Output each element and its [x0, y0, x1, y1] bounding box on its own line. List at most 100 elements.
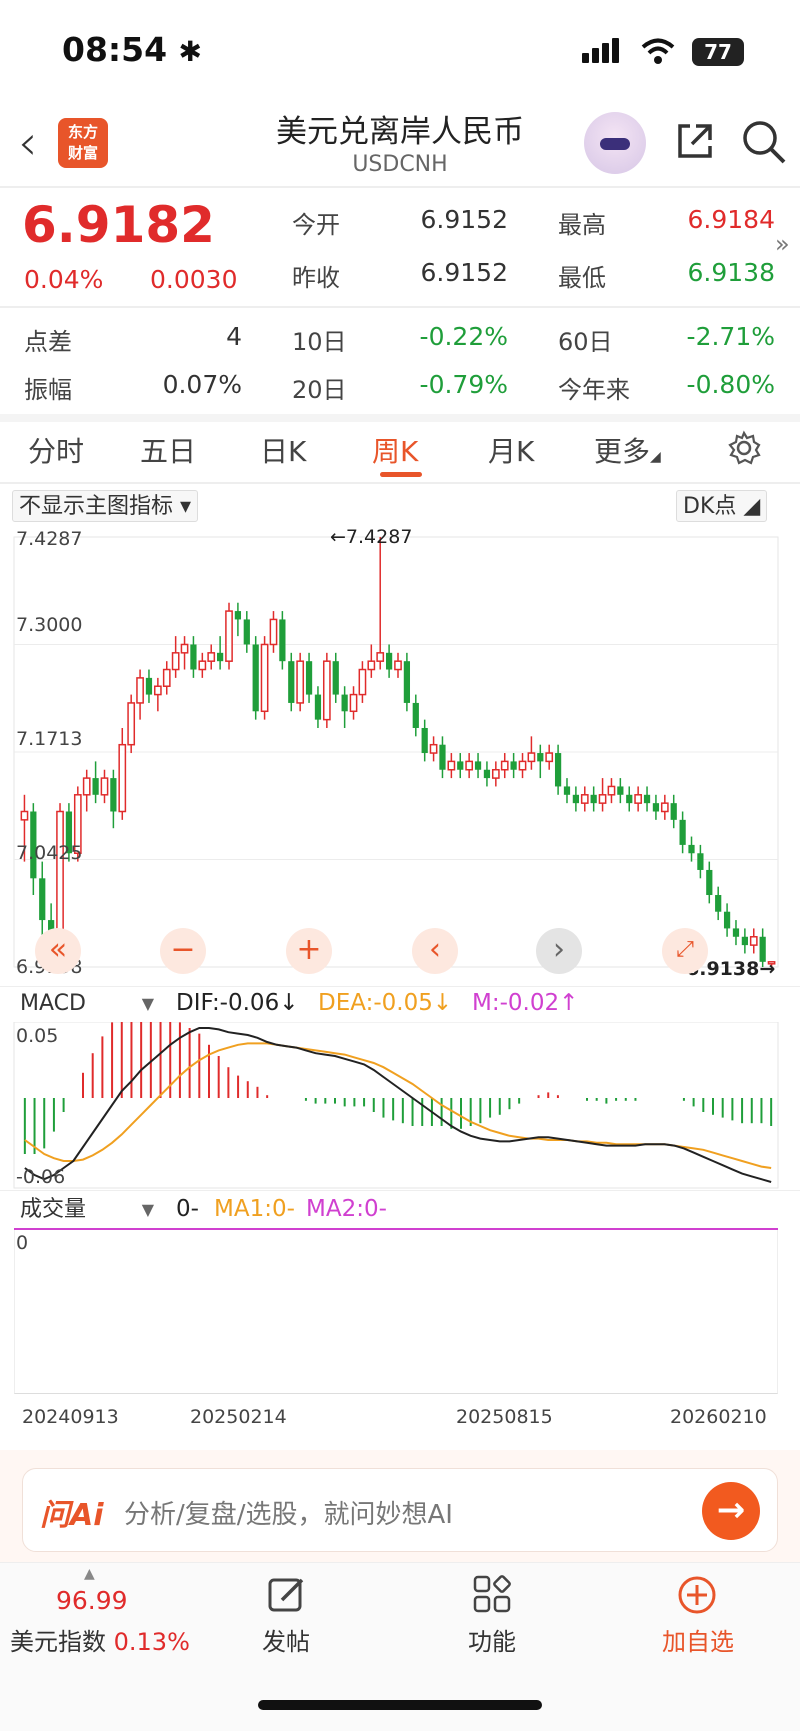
candle-body — [180, 643, 189, 654]
y-tick-label: 7.0425 — [16, 842, 83, 864]
candle-body — [749, 936, 758, 946]
scroll-left-button[interactable]: ‹ — [412, 928, 458, 974]
back-button[interactable]: ‹ — [18, 115, 37, 171]
tab-intraday[interactable]: 分时 — [28, 430, 84, 470]
open-label: 今开 — [292, 211, 340, 239]
ai-placeholder[interactable]: 分析/复盘/选股，就问妙想AI — [124, 1494, 453, 1531]
candle-body — [510, 761, 517, 770]
ai-logo: 问Ai — [40, 1498, 104, 1533]
candle-body — [537, 753, 544, 762]
plus-circle-icon[interactable] — [676, 1574, 718, 1616]
candle-body — [598, 794, 607, 804]
candle-body — [491, 768, 500, 779]
d20-label: 20日 — [292, 376, 347, 404]
candle-body — [429, 743, 438, 754]
y-tick-label: 7.3000 — [16, 614, 83, 636]
tab-monthly-k[interactable]: 月K — [488, 430, 534, 470]
max-price-annotation: ←7.4287 — [330, 526, 413, 548]
scroll-right-button[interactable]: › — [536, 928, 582, 974]
candle-body — [572, 794, 579, 804]
change-percent: 0.04% — [24, 265, 104, 294]
dea-line — [24, 1042, 772, 1169]
candle-body — [660, 802, 669, 813]
candle-body — [198, 660, 207, 671]
amplitude-value: 0.07% — [162, 370, 242, 399]
candle-body — [474, 761, 482, 770]
up-triangle-icon: ▲ — [84, 1566, 95, 1582]
divider — [0, 986, 800, 987]
macd-select[interactable]: MACD ▼ — [14, 988, 160, 1020]
wifi-icon — [641, 38, 675, 64]
volume-select[interactable]: 成交量 ▼ — [14, 1194, 160, 1226]
nav-functions[interactable]: 功能 — [442, 1622, 542, 1657]
macd-y-tick: 0.05 — [16, 1025, 59, 1047]
candle-body — [626, 794, 633, 804]
candle-body — [715, 895, 722, 912]
candle-body — [617, 786, 624, 795]
main-indicator-select[interactable]: 不显示主图指标 ▾ — [12, 490, 199, 522]
prev-close-value: 6.9152 — [420, 258, 508, 287]
volume-chart[interactable] — [14, 1230, 778, 1394]
y-tick-label: 7.1713 — [16, 728, 83, 750]
fullscreen-icon[interactable]: ⤢ — [662, 928, 708, 974]
nav-add-watchlist[interactable]: 加自选 — [648, 1622, 748, 1657]
candle-body — [607, 785, 616, 796]
candle-body — [670, 803, 677, 820]
divider — [0, 482, 800, 484]
assistant-avatar[interactable] — [584, 112, 646, 174]
tab-daily-k[interactable]: 日K — [260, 430, 306, 470]
candle-body — [465, 760, 474, 771]
prev-close-label: 昨收 — [292, 264, 340, 292]
nav-post[interactable]: 发帖 — [236, 1622, 336, 1657]
candle-body — [145, 677, 153, 695]
candle-body — [723, 911, 731, 929]
candle-body — [634, 794, 643, 804]
candle-body — [590, 794, 597, 804]
tab-five-day[interactable]: 五日 — [140, 430, 196, 470]
dxy-value: 96.99 — [56, 1586, 128, 1615]
ytd-value: -0.80% — [686, 370, 775, 399]
candle-body — [118, 743, 127, 813]
search-icon[interactable] — [740, 118, 788, 166]
settings-icon[interactable] — [726, 430, 762, 466]
candle-body — [269, 618, 278, 646]
spread-label: 点差 — [24, 328, 72, 356]
candle-body — [110, 778, 117, 812]
page-title: 美元兑离岸人民币 — [276, 114, 524, 150]
candle-body — [296, 660, 305, 704]
zoom-out-button[interactable]: − — [160, 928, 206, 974]
low-value: 6.9138 — [687, 258, 775, 287]
candle-body — [732, 928, 740, 937]
x-tick-label: 20250214 — [190, 1406, 287, 1428]
candle-body — [376, 652, 385, 662]
tab-weekly-k[interactable]: 周K — [372, 430, 418, 470]
expand-chevron-icon[interactable]: » — [775, 230, 790, 258]
grid-icon[interactable] — [472, 1574, 512, 1614]
dk-point-select[interactable]: DK点 ◢ — [676, 490, 768, 522]
last-price: 6.9182 — [22, 196, 215, 254]
y-tick-label: 7.4287 — [16, 528, 83, 550]
tab-more[interactable]: 更多◢ — [594, 430, 661, 470]
arrow-right-icon[interactable]: → — [702, 1482, 760, 1540]
macd-chart[interactable] — [0, 1022, 800, 1190]
candle-body — [341, 694, 348, 712]
divider — [0, 306, 800, 308]
candle-body — [545, 752, 554, 763]
candle-body — [358, 668, 367, 696]
candle-body — [207, 652, 216, 662]
candle-body — [279, 619, 286, 662]
d10-value: -0.22% — [419, 322, 508, 351]
candle-body — [367, 660, 376, 671]
scroll-left-fast-button[interactable]: « — [35, 928, 81, 974]
edit-icon[interactable] — [266, 1574, 308, 1616]
zoom-in-button[interactable]: + — [286, 928, 332, 974]
candlestick-chart[interactable] — [0, 525, 800, 985]
dxy-nav-item[interactable]: 美元指数 0.13% — [10, 1622, 190, 1657]
candle-body — [483, 769, 491, 779]
candle-body — [580, 794, 589, 804]
candle-body — [225, 610, 233, 662]
share-icon[interactable] — [674, 120, 716, 162]
ytd-label: 今年来 — [558, 376, 630, 404]
d60-value: -2.71% — [686, 322, 775, 351]
candle-body — [741, 936, 748, 946]
